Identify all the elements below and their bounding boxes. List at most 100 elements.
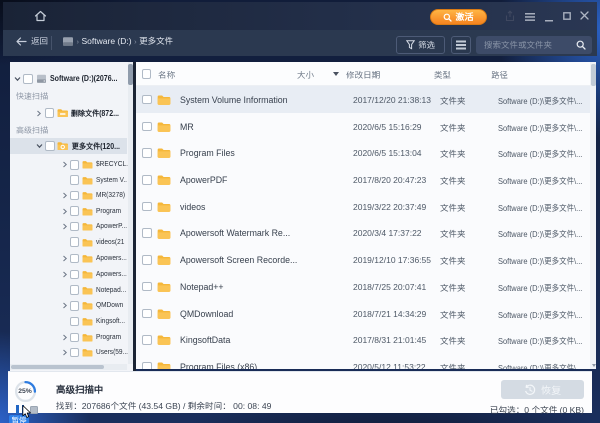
row-checkbox[interactable] bbox=[142, 335, 152, 345]
view-mode-button[interactable] bbox=[451, 36, 471, 54]
table-row[interactable]: System Volume Information 2017/12/20 21:… bbox=[136, 86, 596, 113]
folder-icon bbox=[82, 176, 93, 185]
hamburger-menu-icon[interactable] bbox=[525, 13, 535, 21]
search-input[interactable] bbox=[484, 36, 576, 54]
column-header-size[interactable]: 大小 bbox=[297, 69, 314, 81]
cell-path: Software (D:)\更多文件\... bbox=[498, 255, 596, 267]
column-header-path[interactable]: 路径 bbox=[491, 69, 508, 81]
checkbox[interactable] bbox=[70, 222, 80, 232]
checkbox[interactable] bbox=[70, 317, 80, 327]
checkbox[interactable] bbox=[45, 108, 55, 118]
chevron-right-icon[interactable] bbox=[62, 161, 68, 168]
checkbox[interactable] bbox=[45, 141, 55, 151]
sidebar-item-label[interactable]: Program bbox=[96, 206, 127, 215]
sidebar-item-label[interactable]: QMDown bbox=[96, 300, 127, 309]
table-row[interactable]: Apowersoft Watermark Re... 2020/3/4 17:3… bbox=[136, 220, 596, 247]
table-row[interactable]: QMDownload 2018/7/21 14:34:29 文件夹 Softwa… bbox=[136, 300, 596, 327]
row-checkbox[interactable] bbox=[142, 362, 152, 369]
chevron-right-icon[interactable] bbox=[62, 349, 68, 356]
cell-type: 文件夹 bbox=[440, 148, 485, 160]
breadcrumb-drive[interactable]: Software (D:) bbox=[82, 36, 132, 46]
sidebar-item-label[interactable]: videos(21 bbox=[96, 237, 127, 246]
sidebar-section-label: 高级扫描 bbox=[16, 125, 48, 136]
checkbox[interactable] bbox=[70, 237, 80, 247]
sidebar-item-label[interactable]: Users(59... bbox=[96, 347, 127, 356]
sidebar-item-label[interactable]: MR(3278) bbox=[96, 190, 127, 199]
select-all-checkbox[interactable] bbox=[142, 69, 152, 79]
home-icon[interactable] bbox=[33, 9, 48, 23]
table-row[interactable]: Program Files 2020/6/5 15:13:04 文件夹 Soft… bbox=[136, 140, 596, 167]
column-header-type[interactable]: 类型 bbox=[434, 69, 451, 81]
column-header-name[interactable]: 名称 bbox=[158, 69, 175, 81]
chevron-right-icon[interactable] bbox=[36, 110, 42, 117]
table-row[interactable]: MR 2020/6/5 15:16:29 文件夹 Software (D:)\更… bbox=[136, 113, 596, 140]
sidebar-item-label[interactable]: Notepad... bbox=[96, 285, 127, 294]
checkbox[interactable] bbox=[70, 285, 80, 295]
row-checkbox[interactable] bbox=[142, 148, 152, 158]
sidebar-item-label[interactable]: Software (D:)(2076... bbox=[50, 74, 127, 83]
checkbox[interactable] bbox=[70, 160, 80, 170]
checkbox[interactable] bbox=[70, 254, 80, 264]
chevron-right-icon[interactable] bbox=[62, 192, 68, 199]
row-checkbox[interactable] bbox=[142, 122, 152, 132]
checkbox[interactable] bbox=[23, 74, 33, 84]
table-row[interactable]: videos 2019/3/22 20:37:49 文件夹 Software (… bbox=[136, 193, 596, 220]
row-checkbox[interactable] bbox=[142, 255, 152, 265]
chevron-right-icon[interactable] bbox=[62, 271, 68, 278]
row-checkbox[interactable] bbox=[142, 95, 152, 105]
filter-button[interactable]: 筛选 bbox=[396, 36, 445, 54]
chevron-right-icon[interactable] bbox=[62, 208, 68, 215]
search-icon[interactable] bbox=[576, 40, 586, 50]
checkbox[interactable] bbox=[70, 206, 80, 216]
sidebar-item-label[interactable]: 更多文件(120... bbox=[72, 141, 127, 152]
sidebar-vertical-scrollbar[interactable] bbox=[128, 62, 134, 364]
sidebar-item-label[interactable]: Program bbox=[96, 332, 127, 341]
cell-type: 文件夹 bbox=[440, 202, 485, 214]
row-checkbox[interactable] bbox=[142, 228, 152, 238]
scroll-down-arrow-icon[interactable] bbox=[592, 364, 596, 367]
table-row[interactable]: Notepad++ 2018/7/25 20:07:41 文件夹 Softwar… bbox=[136, 273, 596, 300]
checkbox[interactable] bbox=[70, 348, 80, 358]
sidebar-item-label[interactable]: 删除文件(872... bbox=[71, 108, 127, 119]
sort-arrow-icon[interactable] bbox=[333, 72, 339, 76]
recover-button[interactable]: 恢复 bbox=[501, 380, 584, 399]
sidebar-item-label[interactable]: $RECYCL... bbox=[96, 159, 127, 168]
checkbox[interactable] bbox=[70, 191, 80, 201]
column-header-date[interactable]: 修改日期 bbox=[346, 69, 380, 81]
table-row[interactable]: Apowersoft Screen Recorde... 2019/12/10 … bbox=[136, 247, 596, 274]
minimize-icon[interactable] bbox=[545, 20, 553, 22]
sidebar-horizontal-scrollbar[interactable] bbox=[10, 364, 127, 370]
chevron-right-icon[interactable] bbox=[62, 255, 68, 262]
sidebar-item-label[interactable]: Kingsoft... bbox=[96, 316, 127, 325]
sidebar-item-label[interactable]: Apowers... bbox=[96, 269, 127, 278]
chevron-down-icon[interactable] bbox=[14, 76, 21, 82]
checkbox[interactable] bbox=[70, 270, 80, 280]
table-row[interactable]: ApowerPDF 2017/8/20 20:47:23 文件夹 Softwar… bbox=[136, 167, 596, 194]
scrollbar-thumb[interactable] bbox=[11, 365, 104, 370]
row-checkbox[interactable] bbox=[142, 202, 152, 212]
chevron-right-icon[interactable] bbox=[62, 302, 68, 309]
activate-button[interactable]: 激活 bbox=[430, 9, 487, 25]
chevron-right-icon[interactable] bbox=[62, 334, 68, 341]
back-button[interactable]: 返回 bbox=[16, 35, 48, 47]
row-checkbox[interactable] bbox=[142, 309, 152, 319]
row-checkbox[interactable] bbox=[142, 175, 152, 185]
share-icon[interactable] bbox=[504, 10, 516, 23]
checkbox[interactable] bbox=[70, 301, 80, 311]
breadcrumb-folder[interactable]: 更多文件 bbox=[139, 35, 173, 47]
scrollbar-thumb[interactable] bbox=[128, 64, 133, 85]
row-checkbox[interactable] bbox=[142, 282, 152, 292]
close-icon[interactable] bbox=[580, 11, 589, 20]
sidebar-item-label[interactable]: Apowers... bbox=[96, 253, 127, 262]
checkbox[interactable] bbox=[70, 333, 80, 343]
chevron-right-icon[interactable] bbox=[62, 223, 68, 230]
maximize-icon[interactable] bbox=[563, 12, 571, 20]
sidebar-item-label[interactable]: System V... bbox=[96, 175, 127, 184]
chevron-down-icon[interactable] bbox=[36, 143, 43, 149]
table-vertical-scrollbar[interactable] bbox=[590, 62, 596, 369]
scrollbar-thumb[interactable] bbox=[591, 64, 596, 86]
sidebar-item-label[interactable]: ApowerP... bbox=[96, 221, 127, 230]
checkbox[interactable] bbox=[70, 175, 80, 185]
table-row[interactable]: Program Files (x86) 2020/5/12 11:53:22 文… bbox=[136, 354, 596, 370]
table-row[interactable]: KingsoftData 2017/8/31 21:01:45 文件夹 Soft… bbox=[136, 327, 596, 354]
